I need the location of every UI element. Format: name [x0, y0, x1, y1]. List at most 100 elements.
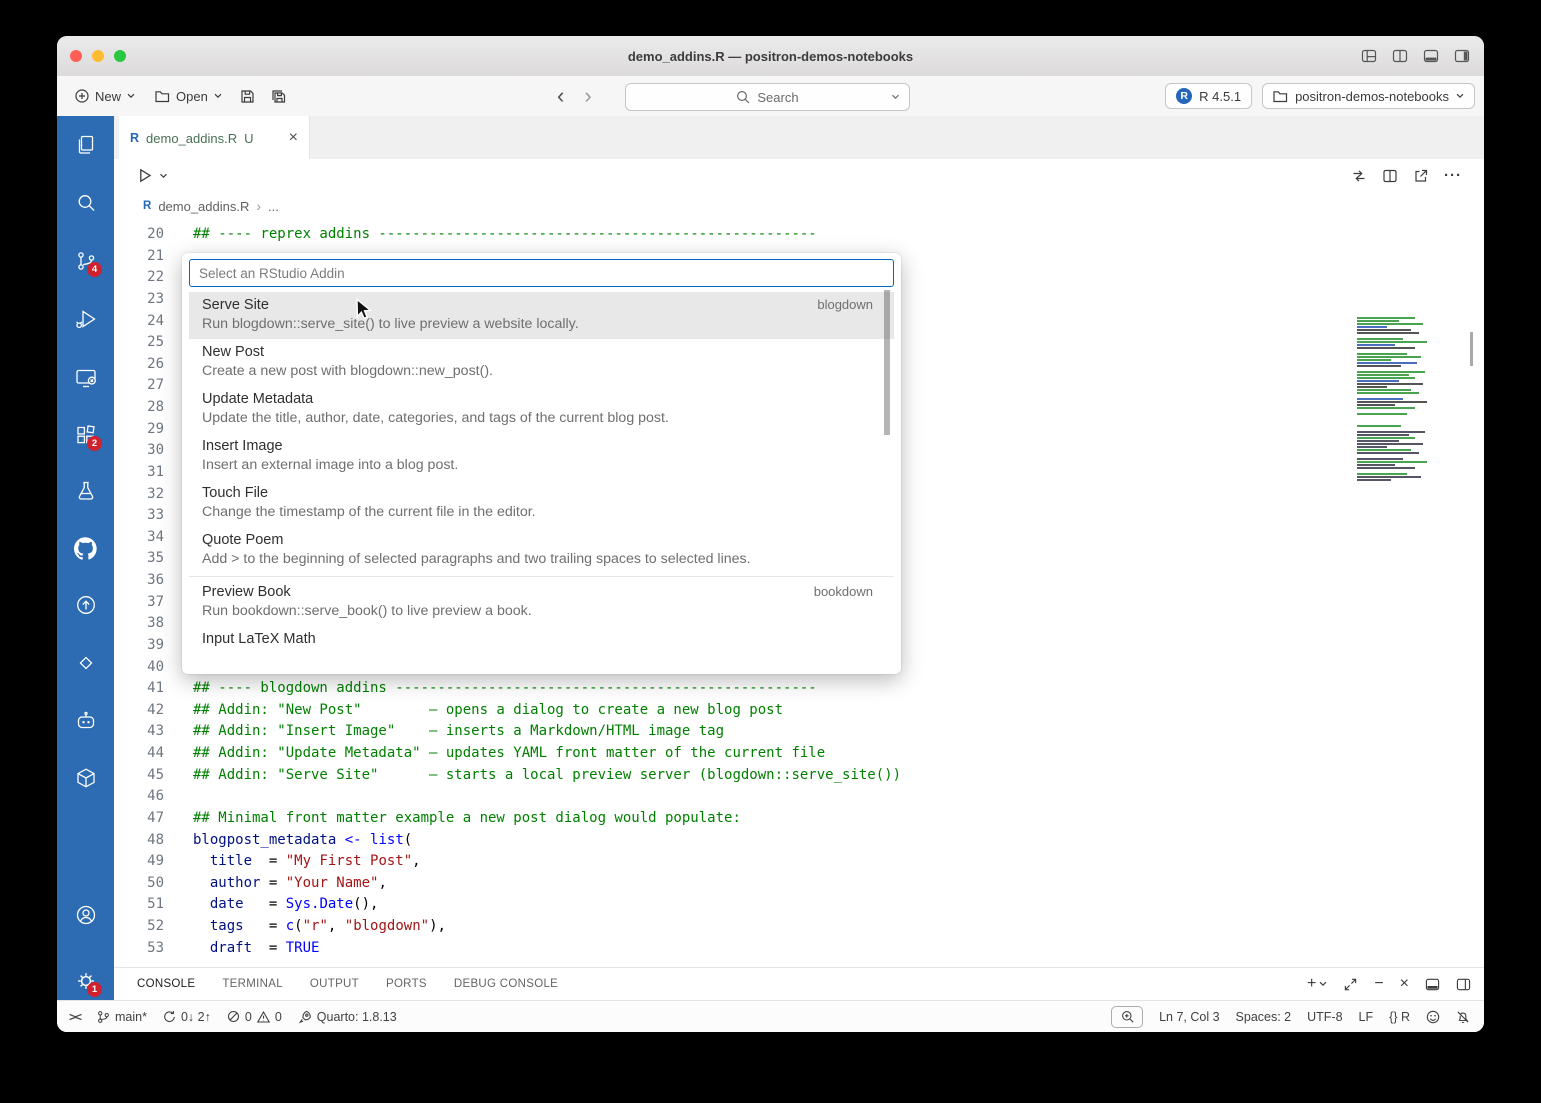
code-line[interactable]: 41## ---- blogdown addins --------------… [114, 680, 1484, 702]
quickpick-item[interactable]: New PostCreate a new post with blogdown:… [189, 339, 894, 386]
breadcrumb-file[interactable]: demo_addins.R [158, 199, 249, 214]
sync-icon [163, 1010, 176, 1023]
quickpick-input[interactable] [189, 259, 894, 287]
code-line[interactable]: 45## Addin: "Serve Site" — starts a loca… [114, 767, 1484, 789]
activity-publish[interactable] [57, 581, 114, 629]
toggle-secondary-sidebar-icon[interactable] [1456, 977, 1471, 992]
minimize-panel-icon[interactable]: − [1374, 976, 1383, 992]
toggle-secondary-sidebar-icon[interactable] [1454, 48, 1470, 64]
activity-search[interactable] [57, 179, 114, 227]
panel-tab-output[interactable]: OUTPUT [310, 978, 359, 990]
activity-package[interactable] [57, 754, 114, 802]
cursor-position[interactable]: Ln 7, Col 3 [1159, 1010, 1219, 1024]
activity-run-debug[interactable] [57, 295, 114, 343]
code-line[interactable]: 48blogpost_metadata <- list( [114, 832, 1484, 854]
breadcrumb-more[interactable]: ... [268, 199, 279, 214]
quarto-status[interactable]: Quarto: 1.8.13 [298, 1010, 397, 1024]
feedback-smiley-icon[interactable] [1426, 1010, 1440, 1024]
quickpick-scrollbar[interactable] [884, 290, 890, 435]
panel-tab-debug-console[interactable]: DEBUG CONSOLE [454, 978, 558, 990]
code-line[interactable]: 49 title = "My First Post", [114, 853, 1484, 875]
minimap-bar [1357, 464, 1395, 466]
navigate-forward-button[interactable]: › [584, 83, 591, 109]
new-button[interactable]: New [67, 85, 143, 108]
code-line[interactable]: 42## Addin: "New Post" — opens a dialog … [114, 702, 1484, 724]
code-line[interactable]: 46 [114, 788, 1484, 810]
run-file-button[interactable] [136, 167, 153, 184]
new-console-button[interactable]: + [1307, 975, 1327, 993]
panel-tabs: CONSOLE TERMINAL OUTPUT PORTS DEBUG CONSOLE [137, 978, 558, 990]
open-external-icon[interactable] [1413, 168, 1429, 184]
problems-status[interactable]: 0 0 [227, 1010, 282, 1024]
activity-review[interactable] [57, 639, 114, 687]
minimap-bar [1357, 377, 1415, 379]
save-button[interactable] [234, 85, 261, 108]
quickpick-item[interactable]: Serve SiteblogdownRun blogdown::serve_si… [189, 292, 894, 339]
code-line[interactable]: 51 date = Sys.Date(), [114, 896, 1484, 918]
minimap-bar [1357, 326, 1387, 328]
git-branch-status[interactable]: main* [97, 1010, 147, 1024]
panel-tab-terminal[interactable]: TERMINAL [222, 978, 283, 990]
activity-explorer[interactable] [57, 121, 114, 169]
notifications-bell-icon[interactable] [1456, 1010, 1470, 1024]
customize-layout-icon[interactable] [1361, 48, 1377, 64]
code-line[interactable]: 53 draft = TRUE [114, 940, 1484, 962]
tab-demo-addins[interactable]: R demo_addins.R U × [119, 116, 310, 160]
zoom-button[interactable] [1111, 1006, 1143, 1028]
close-panel-icon[interactable]: × [1400, 976, 1409, 992]
toggle-panel-icon[interactable] [1423, 48, 1439, 64]
maximize-panel-icon[interactable] [1343, 977, 1358, 992]
activity-settings[interactable]: 1 [57, 957, 114, 1005]
code-line[interactable]: 44## Addin: "Update Metadata" — updates … [114, 745, 1484, 767]
titlebar: demo_addins.R — positron-demos-notebooks [57, 36, 1484, 77]
activity-bar: 4 2 [57, 116, 114, 1000]
quickpick-item[interactable]: Input LaTeX Math [189, 626, 894, 654]
save-all-button[interactable] [265, 85, 293, 108]
command-center-search[interactable]: Search [625, 83, 910, 111]
code-line[interactable]: 47## Minimal front matter example a new … [114, 810, 1484, 832]
code-line[interactable]: 52 tags = c("r", "blogdown"), [114, 918, 1484, 940]
minimap-bar [1357, 323, 1423, 325]
open-button[interactable]: Open [147, 85, 230, 108]
run-options-chevron-icon[interactable] [159, 173, 168, 179]
quickpick-item[interactable]: Touch FileChange the timestamp of the cu… [189, 480, 894, 527]
activity-account[interactable] [57, 891, 114, 939]
activity-assistant[interactable] [57, 697, 114, 745]
git-sync-status[interactable]: 0↓ 2↑ [163, 1010, 211, 1024]
minimap-bar [1357, 452, 1419, 454]
more-actions-icon[interactable]: ··· [1444, 167, 1462, 184]
remote-indicator[interactable]: >< [69, 1010, 81, 1024]
breadcrumb[interactable]: R demo_addins.R › ... [114, 192, 1484, 220]
workspace-selector-button[interactable]: positron-demos-notebooks [1262, 83, 1475, 109]
code-line[interactable]: 50 author = "Your Name", [114, 875, 1484, 897]
activity-sessions[interactable] [57, 354, 114, 402]
close-tab-icon[interactable]: × [289, 130, 298, 146]
encoding-status[interactable]: UTF-8 [1307, 1010, 1342, 1024]
navigate-back-button[interactable]: ‹ [557, 83, 564, 109]
activity-github[interactable] [57, 524, 114, 572]
split-editor-layout-icon[interactable] [1392, 48, 1408, 64]
indentation-status[interactable]: Spaces: 2 [1236, 1010, 1292, 1024]
interpreter-selector-button[interactable]: R R 4.5.1 [1165, 83, 1252, 109]
panel-tab-ports[interactable]: PORTS [386, 978, 427, 990]
minimap-bar [1357, 365, 1401, 367]
quickpick-item[interactable]: Preview BookbookdownRun bookdown::serve_… [189, 579, 894, 626]
minimap[interactable] [1355, 317, 1459, 489]
activity-testing[interactable] [57, 467, 114, 515]
r-version-label: R 4.5.1 [1199, 89, 1241, 104]
minimap-bar [1357, 443, 1423, 445]
quickpick-item[interactable]: Update MetadataUpdate the title, author,… [189, 386, 894, 433]
activity-extensions[interactable]: 2 [57, 411, 114, 459]
toggle-panel-icon[interactable] [1425, 977, 1440, 992]
activity-source-control[interactable]: 4 [57, 237, 114, 285]
split-editor-icon[interactable] [1382, 168, 1398, 184]
quickpick-item[interactable]: Insert ImageInsert an external image int… [189, 433, 894, 480]
quickpick-item[interactable]: Quote PoemAdd > to the beginning of sele… [189, 527, 894, 574]
panel-tab-console[interactable]: CONSOLE [137, 978, 195, 990]
code-line[interactable]: 43## Addin: "Insert Image" — inserts a M… [114, 723, 1484, 745]
language-mode[interactable]: {} R [1389, 1010, 1410, 1024]
editor-scrollbar[interactable] [1470, 332, 1473, 366]
code-line[interactable]: 20## ---- reprex addins ----------------… [114, 226, 1484, 248]
open-changes-icon[interactable] [1351, 168, 1367, 184]
eol-status[interactable]: LF [1359, 1010, 1374, 1024]
